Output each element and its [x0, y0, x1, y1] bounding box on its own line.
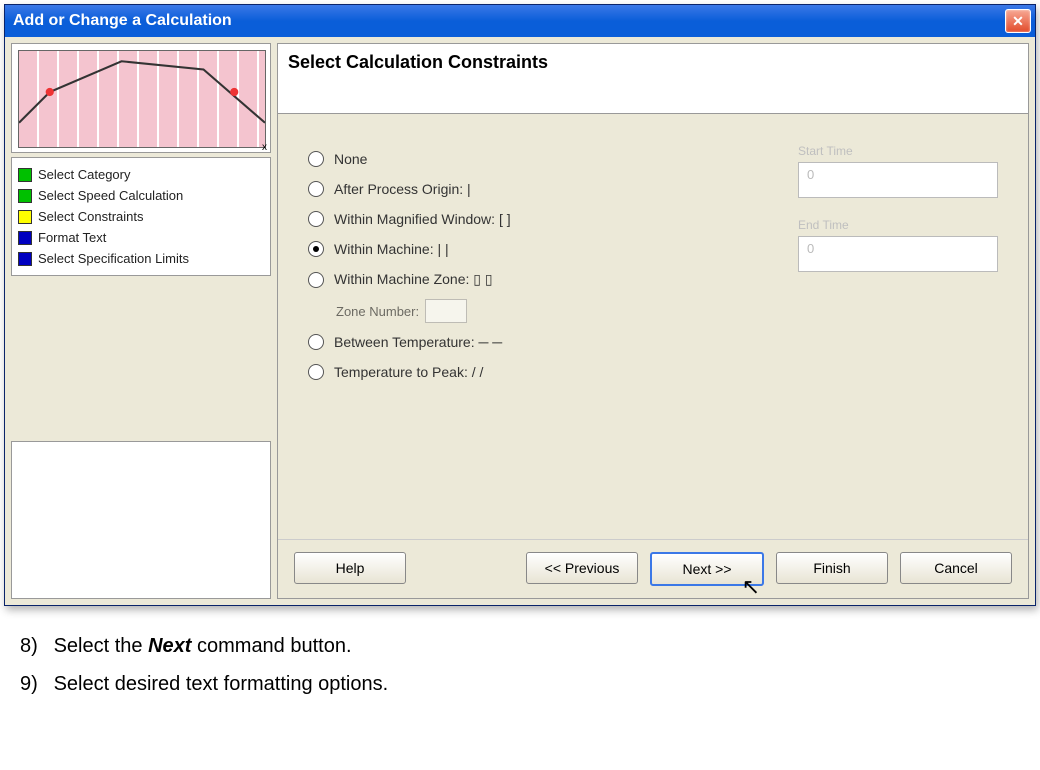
square-icon — [18, 189, 32, 203]
preview-chart: x — [11, 43, 271, 153]
option-within-zone[interactable]: Within Machine Zone: ▯ ▯ — [308, 264, 758, 295]
help-button[interactable]: Help — [294, 552, 406, 584]
end-time-group: End Time 0 — [798, 218, 998, 272]
previous-button[interactable]: << Previous — [526, 552, 638, 584]
side-fields: Start Time 0 End Time 0 — [798, 144, 998, 509]
option-label: None — [334, 151, 367, 167]
cancel-button[interactable]: Cancel — [900, 552, 1012, 584]
step-category: Select Category — [16, 164, 266, 185]
option-label: Within Machine Zone: ▯ ▯ — [334, 271, 493, 288]
titlebar: Add or Change a Calculation ✕ — [5, 5, 1035, 37]
radio-icon — [308, 181, 324, 197]
start-time-group: Start Time 0 — [798, 144, 998, 198]
radio-icon — [308, 211, 324, 227]
radio-icon — [308, 241, 324, 257]
list-number: 8) — [20, 630, 48, 662]
option-temp-peak[interactable]: Temperature to Peak: / / — [308, 357, 758, 387]
option-within-machine[interactable]: Within Machine: | | — [308, 234, 758, 264]
instruction-9: 9) Select desired text formatting option… — [20, 668, 1020, 700]
main-panel: Select Calculation Constraints None Afte… — [277, 43, 1029, 599]
start-time-field[interactable]: 0 — [798, 162, 998, 198]
radio-icon — [308, 364, 324, 380]
start-time-label: Start Time — [798, 144, 998, 158]
option-after-origin[interactable]: After Process Origin: | — [308, 174, 758, 204]
finish-button[interactable]: Finish — [776, 552, 888, 584]
radio-icon — [308, 272, 324, 288]
end-time-label: End Time — [798, 218, 998, 232]
text: command button. — [191, 635, 351, 657]
option-label: Between Temperature: ─ ─ — [334, 334, 502, 350]
description-panel — [11, 441, 271, 600]
list-number: 9) — [20, 668, 48, 700]
instructions: 8) Select the Next command button. 9) Se… — [20, 630, 1020, 700]
left-panel: x Select Category Select Speed Calculati… — [11, 43, 271, 599]
zone-spinner[interactable] — [425, 299, 467, 323]
options-area: None After Process Origin: | Within Magn… — [278, 114, 1028, 539]
step-label: Select Category — [38, 167, 131, 182]
radio-icon — [308, 334, 324, 350]
step-constraints: Select Constraints — [16, 206, 266, 227]
step-speed: Select Speed Calculation — [16, 185, 266, 206]
window-title: Add or Change a Calculation — [13, 12, 232, 30]
next-button[interactable]: Next >> — [650, 552, 764, 586]
option-label: Within Machine: | | — [334, 241, 449, 257]
emphasis-next: Next — [148, 635, 191, 657]
square-icon — [18, 252, 32, 266]
end-time-field[interactable]: 0 — [798, 236, 998, 272]
square-icon — [18, 210, 32, 224]
radio-column: None After Process Origin: | Within Magn… — [308, 144, 758, 509]
step-label: Select Speed Calculation — [38, 188, 183, 203]
step-label: Select Constraints — [38, 209, 144, 224]
option-none[interactable]: None — [308, 144, 758, 174]
option-between-temp[interactable]: Between Temperature: ─ ─ — [308, 327, 758, 357]
panel-title: Select Calculation Constraints — [278, 44, 1028, 114]
step-spec-limits: Select Specification Limits — [16, 248, 266, 269]
square-icon — [18, 231, 32, 245]
close-icon[interactable]: ✕ — [1005, 9, 1031, 33]
step-format: Format Text — [16, 227, 266, 248]
zone-number-sub: Zone Number: — [336, 295, 758, 327]
text: Select the — [54, 635, 149, 657]
wizard-steps: Select Category Select Speed Calculation… — [11, 157, 271, 276]
step-label: Format Text — [38, 230, 106, 245]
zone-label: Zone Number: — [336, 304, 419, 319]
dialog-window: Add or Change a Calculation ✕ x Select C… — [4, 4, 1036, 606]
instruction-8: 8) Select the Next command button. — [20, 630, 1020, 662]
square-icon — [18, 168, 32, 182]
option-label: Temperature to Peak: / / — [334, 364, 483, 380]
button-row: Help << Previous Next >> Finish Cancel ↖ — [278, 539, 1028, 598]
dialog-content: x Select Category Select Speed Calculati… — [5, 37, 1035, 605]
chart-line-icon — [19, 51, 265, 133]
option-within-magnified[interactable]: Within Magnified Window: [ ] — [308, 204, 758, 234]
text: Select desired text formatting options. — [54, 673, 389, 695]
option-label: Within Magnified Window: [ ] — [334, 211, 511, 227]
chart-area: x — [18, 50, 266, 148]
axis-x-label: x — [262, 142, 267, 153]
step-label: Select Specification Limits — [38, 251, 189, 266]
option-label: After Process Origin: | — [334, 181, 471, 197]
radio-icon — [308, 151, 324, 167]
